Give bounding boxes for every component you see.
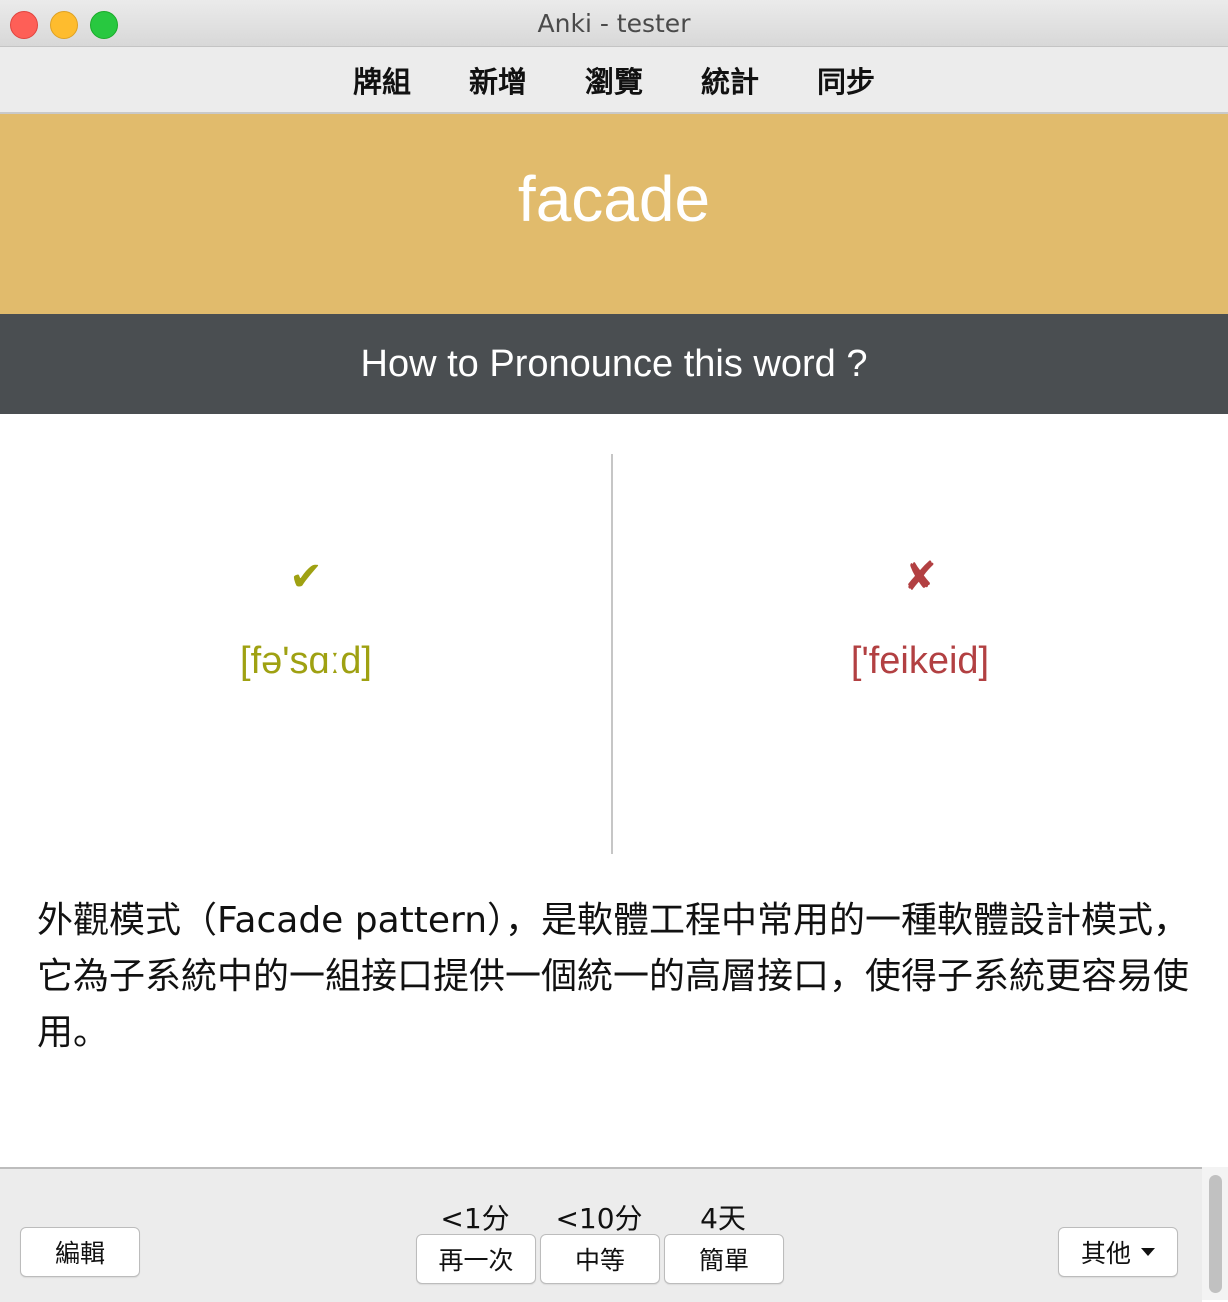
card-question: How to Pronounce this word ? (360, 342, 868, 385)
easy-interval: 4天 (700, 1202, 746, 1235)
good-button[interactable]: 中等 (540, 1234, 660, 1284)
more-button[interactable]: 其他 (1058, 1227, 1178, 1277)
incorrect-ipa: ['feikeid] (850, 640, 990, 682)
window-title: Anki - tester (537, 9, 691, 38)
incorrect-pronunciation: ✘ ['feikeid] (614, 552, 1226, 683)
card-word: facade (517, 163, 711, 235)
pronunciation-compare: ✔ [fə'sɑːd] ✘ ['feikeid] (0, 414, 1228, 874)
card-front-banner: facade (0, 114, 1228, 314)
card-definition: 外觀模式（Facade pattern），是軟體工程中常用的一種軟體設計模式，它… (37, 900, 1190, 1053)
correct-ipa: [fə'sɑːd] (240, 640, 372, 682)
main-toolbar: 牌組 新增 瀏覽 統計 同步 (0, 47, 1228, 114)
easy-button[interactable]: 簡單 (664, 1234, 784, 1284)
good-interval: <10分 (555, 1202, 643, 1235)
toolbar-stats[interactable]: 統計 (701, 59, 759, 101)
caret-down-icon (1141, 1248, 1155, 1256)
toolbar-decks[interactable]: 牌組 (353, 59, 411, 101)
card-question-banner: How to Pronounce this word ? (0, 314, 1228, 414)
correct-pronunciation: ✔ [fə'sɑːd] (0, 552, 612, 683)
check-icon: ✔ (289, 554, 323, 600)
edit-button[interactable]: 編輯 (20, 1227, 140, 1277)
again-interval: <1分 (440, 1202, 510, 1235)
toolbar-browse[interactable]: 瀏覽 (585, 59, 643, 101)
again-button[interactable]: 再一次 (416, 1234, 536, 1284)
scrollbar-thumb[interactable] (1209, 1175, 1222, 1293)
cross-icon: ✘ (903, 554, 937, 600)
review-bottom-bar: 編輯 <1分 再一次 <10分 中等 4天 簡單 其他 (0, 1167, 1202, 1302)
toolbar-sync[interactable]: 同步 (817, 59, 875, 101)
toolbar-add[interactable]: 新增 (469, 59, 527, 101)
more-label: 其他 (1080, 1239, 1131, 1268)
title-bar: Anki - tester (0, 0, 1228, 47)
